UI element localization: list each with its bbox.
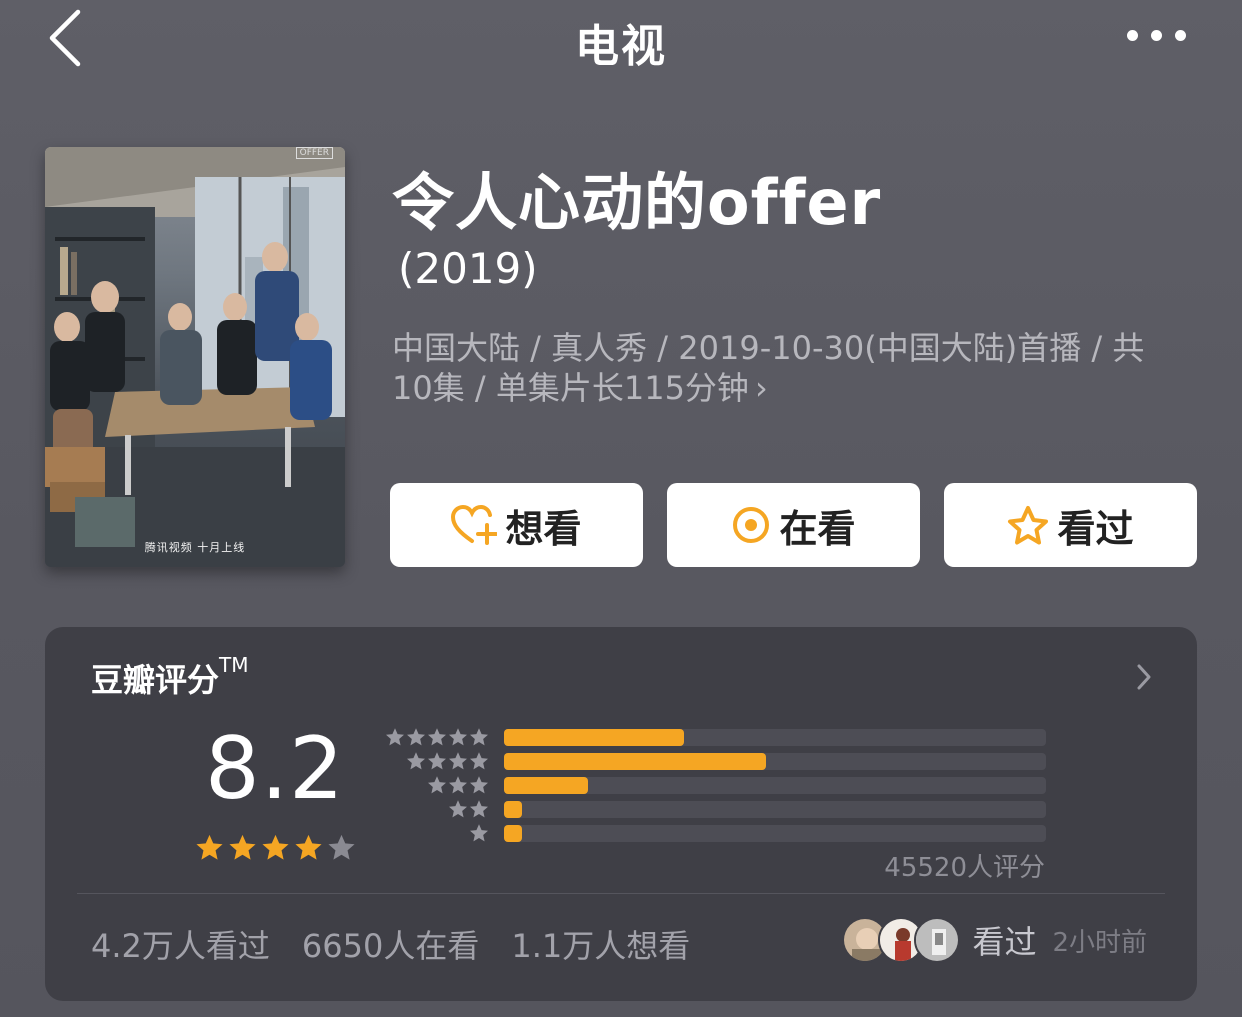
subject-page: 电视 OFFER 腾讯视频 十月上线 令人心动的offer (2019) 中国大…	[0, 0, 1242, 1017]
star-icon	[470, 776, 488, 794]
friends-time: 2小时前	[1052, 927, 1147, 958]
rating-bar-track	[504, 728, 1046, 746]
star-filled-icon	[295, 834, 322, 860]
star-icon	[449, 776, 467, 794]
star-icon	[449, 752, 467, 770]
rating-row-2-star	[385, 799, 1046, 819]
poster-artwork	[45, 147, 345, 567]
subject-year: (2019)	[398, 244, 538, 293]
rating-bar-fill	[504, 824, 522, 842]
star-icon	[470, 800, 488, 818]
rating-bar-track	[504, 752, 1046, 770]
rating-bar-fill	[504, 752, 766, 770]
star-icon	[386, 728, 404, 746]
chevron-right-icon: ›	[754, 369, 768, 407]
rating-row-stars	[385, 727, 489, 747]
page-title: 电视	[575, 21, 667, 72]
star-icon	[407, 728, 425, 746]
star-filled-icon	[196, 834, 223, 860]
star-icon	[428, 776, 446, 794]
star-icon	[470, 728, 488, 746]
watching-label: 在看	[779, 506, 856, 551]
friends-activity[interactable]: 看过 2小时前	[842, 917, 1147, 963]
want-to-watch-button[interactable]: 想看	[390, 483, 643, 567]
chevron-right-icon[interactable]	[1135, 663, 1153, 691]
watched-label: 看过	[1057, 506, 1134, 551]
more-dots-icon	[1127, 30, 1138, 41]
rating-card[interactable]: 豆瓣评分TM 8.2 45520人评分 4.2万人看过 6650人在看 1.1万…	[45, 627, 1197, 1001]
want-count[interactable]: 1.1万人想看	[511, 921, 690, 967]
rating-bar-track	[504, 800, 1046, 818]
poster-image[interactable]: OFFER 腾讯视频 十月上线	[45, 147, 345, 567]
trademark: TM	[219, 653, 249, 677]
star-empty-icon	[328, 834, 355, 860]
star-filled-icon	[229, 834, 256, 860]
rating-row-1-star	[385, 823, 1046, 843]
star-icon	[449, 728, 467, 746]
rating-count: 45520人评分	[884, 853, 1045, 883]
watched-button[interactable]: 看过	[944, 483, 1197, 567]
rating-row-5-star	[385, 727, 1046, 747]
watched-count[interactable]: 4.2万人看过	[91, 921, 270, 967]
more-button[interactable]	[1127, 30, 1186, 41]
rating-bar-fill	[504, 728, 684, 746]
rating-row-4-star	[385, 751, 1046, 771]
rating-row-stars	[385, 775, 489, 795]
rating-title: 豆瓣评分TM	[91, 653, 249, 699]
rating-score: 8.2	[205, 719, 345, 819]
rating-bar-track	[504, 776, 1046, 794]
rating-bar-fill	[504, 800, 522, 818]
want-to-watch-label: 想看	[505, 506, 582, 551]
rating-bar-track	[504, 824, 1046, 842]
star-filled-icon	[262, 834, 289, 860]
star-icon	[428, 752, 446, 770]
poster-caption: 腾讯视频 十月上线	[144, 541, 246, 554]
poster-logo: OFFER	[295, 147, 333, 159]
rating-bar-fill	[504, 776, 588, 794]
rating-stars	[195, 833, 356, 862]
rating-row-stars	[385, 823, 489, 843]
watching-button[interactable]: 在看	[667, 483, 920, 567]
subject-title: 令人心动的offer	[392, 166, 882, 239]
star-icon	[428, 728, 446, 746]
star-outline-icon	[1008, 506, 1049, 545]
avatar	[914, 917, 961, 963]
star-icon	[470, 752, 488, 770]
star-icon	[470, 824, 488, 842]
heart-plus-icon	[451, 505, 498, 545]
watching-count[interactable]: 6650人在看	[302, 921, 479, 967]
star-icon	[449, 800, 467, 818]
target-icon	[733, 507, 770, 543]
rating-row-stars	[385, 799, 489, 819]
rating-row-stars	[385, 751, 489, 771]
friends-label: 看过	[972, 923, 1037, 961]
rating-row-3-star	[385, 775, 1046, 795]
star-icon	[407, 752, 425, 770]
collection-stats: 4.2万人看过 6650人在看 1.1万人想看	[91, 921, 690, 967]
subject-meta[interactable]: 中国大陆 / 真人秀 / 2019-10-30(中国大陆)首播 / 共10集 /…	[392, 328, 1182, 408]
subject-meta-text: 中国大陆 / 真人秀 / 2019-10-30(中国大陆)首播 / 共10集 /…	[392, 329, 1145, 407]
divider	[77, 893, 1165, 894]
